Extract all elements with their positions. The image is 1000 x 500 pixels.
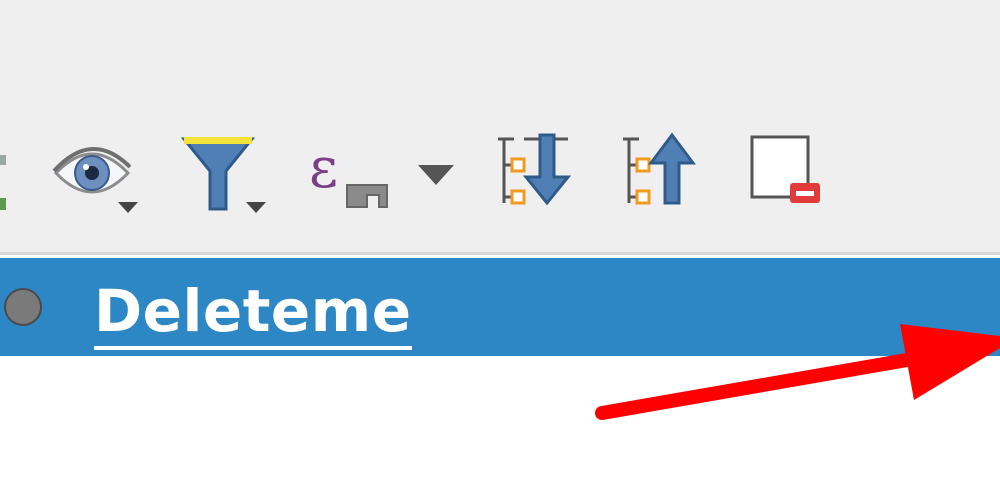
eye-icon bbox=[52, 147, 138, 213]
collapse-all-button[interactable] bbox=[615, 125, 705, 225]
funnel-icon bbox=[180, 137, 266, 213]
svg-text:ε: ε bbox=[309, 136, 338, 201]
partial-toolbar-icon[interactable] bbox=[0, 150, 6, 220]
layers-panel-toolbar: ε bbox=[0, 0, 1000, 255]
gray-dot-icon bbox=[4, 288, 42, 326]
epsilon-filter-icon: ε bbox=[309, 136, 388, 208]
expression-dropdown-button[interactable] bbox=[412, 125, 462, 225]
dropdown-arrow-icon bbox=[118, 202, 138, 213]
remove-layer-icon bbox=[750, 135, 820, 203]
chevron-down-icon bbox=[418, 165, 454, 185]
dropdown-arrow-icon bbox=[246, 202, 266, 213]
expand-all-button[interactable] bbox=[490, 125, 580, 225]
collapse-all-icon bbox=[623, 132, 696, 205]
filter-legend-button[interactable] bbox=[178, 125, 278, 225]
layer-name-label[interactable]: Deleteme bbox=[94, 278, 412, 350]
filter-by-expression-button[interactable]: ε bbox=[305, 125, 395, 225]
expand-all-icon bbox=[498, 133, 572, 206]
remove-layer-button[interactable] bbox=[740, 125, 830, 225]
layer-visibility-button[interactable] bbox=[50, 125, 150, 225]
